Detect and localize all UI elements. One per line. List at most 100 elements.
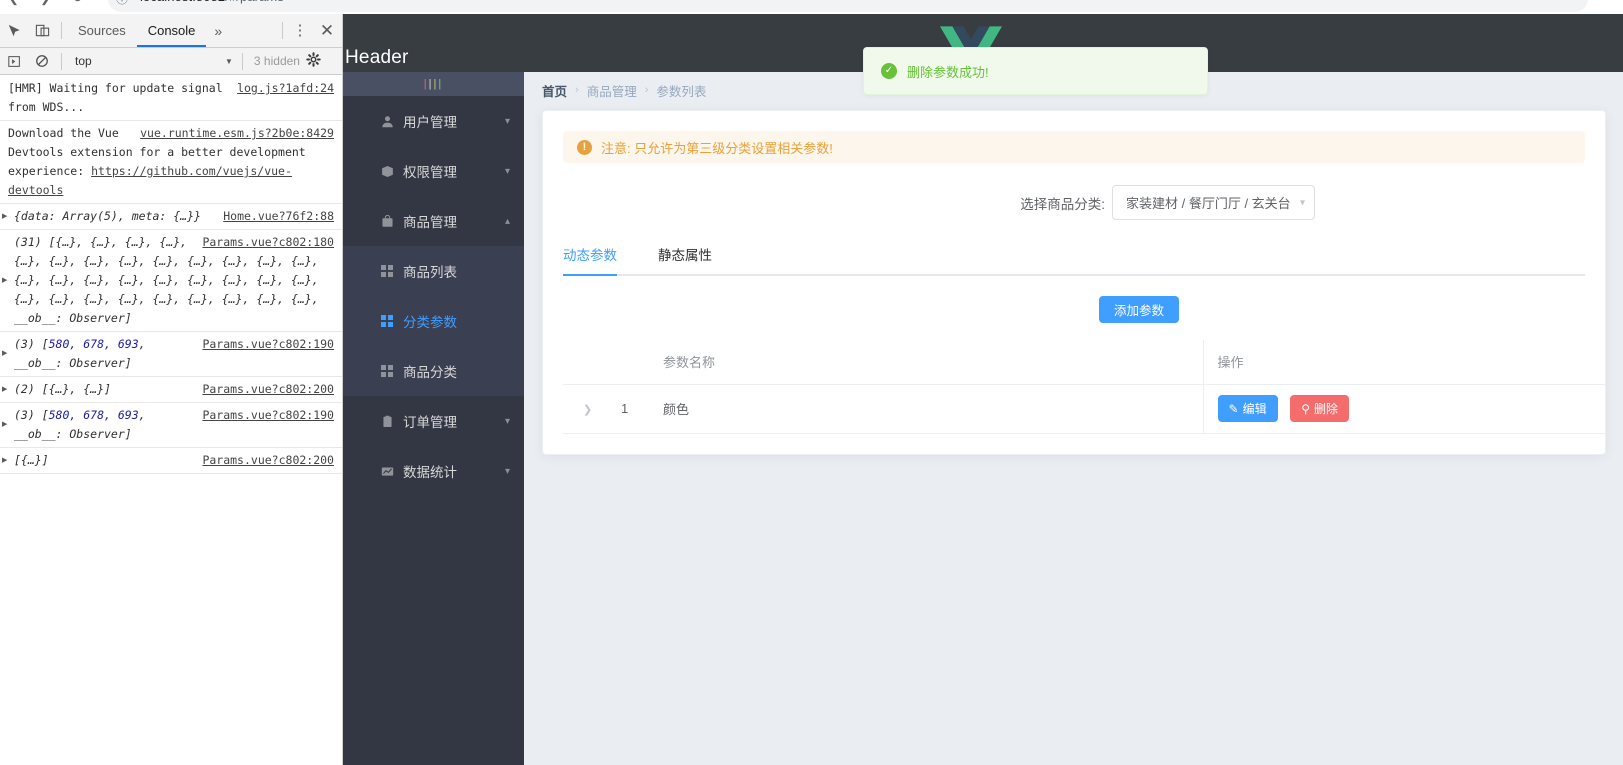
device-toolbar-icon[interactable] [28, 17, 56, 45]
console-log-params-200-a[interactable]: ▶ Params.vue?c802:200 (2) [{…}, {…}] [0, 377, 342, 403]
chart-icon [381, 465, 403, 478]
source-link[interactable]: Params.vue?c802:190 [202, 335, 334, 354]
source-link[interactable]: Params.vue?c802:200 [202, 451, 334, 470]
sidebar-item-order-mgmt[interactable]: 订单管理 ▾ [343, 396, 524, 446]
user-icon [381, 115, 403, 128]
tab-static-attrs[interactable]: 静态属性 [658, 244, 732, 274]
chevron-right-icon: › [575, 84, 579, 96]
expand-triangle-icon[interactable]: ▶ [2, 345, 7, 364]
forward-arrow-icon[interactable]: ❯ [40, 0, 51, 6]
grid-icon [381, 315, 403, 327]
browser-omnibox-strip: ❮ ❯ ↻ ⓘ localhost:8082/#/params [0, 0, 1623, 14]
clear-console-icon[interactable] [28, 47, 56, 75]
source-link[interactable]: Params.vue?c802:190 [202, 406, 334, 425]
warning-alert: ! 注意: 只允许为第三级分类设置相关参数! [563, 131, 1585, 163]
category-cascader[interactable]: 家装建材 / 餐厅门厅 / 玄关台 ▾ [1112, 185, 1315, 220]
expand-triangle-icon[interactable]: ▶ [2, 207, 7, 226]
sidebar-item-goods-list[interactable]: 商品列表 [343, 246, 524, 296]
reload-icon[interactable]: ↻ [72, 0, 83, 6]
sidebar-item-goods-cat[interactable]: 商品分类 [343, 346, 524, 396]
log-prefix: (3) [ [14, 408, 49, 422]
params-table-body: ❯ 1 颜色 ✎ 编辑 ⚲ 删除 [563, 384, 1605, 434]
edit-button[interactable]: ✎ 编辑 [1217, 395, 1278, 422]
table-row[interactable]: ❯ 1 颜色 ✎ 编辑 ⚲ 删除 [563, 384, 1605, 434]
warning-icon: ! [577, 139, 592, 155]
app-main-content: 首页 › 商品管理 › 参数列表 ! 注意: 只允许为第三级分类设置相关参数! … [524, 72, 1623, 765]
bag-icon [381, 214, 403, 228]
close-icon[interactable]: ✕ [312, 22, 342, 39]
expand-triangle-icon[interactable]: ▶ [2, 271, 7, 290]
context-selector[interactable]: top ▼ [75, 54, 237, 68]
col-param-name: 参数名称 [653, 340, 1203, 385]
sidebar-item-stats[interactable]: 数据统计 ▾ [343, 446, 524, 496]
console-log-params-180[interactable]: ▶ Params.vue?c802:180 (31) [{…}, {…}, {…… [0, 230, 342, 332]
sidebar-label: 商品分类 [403, 365, 457, 380]
devtools-tab-sources[interactable]: Sources [67, 14, 137, 47]
tab-dynamic-params[interactable]: 动态参数 [563, 244, 637, 276]
sidebar-label: 订单管理 [403, 415, 457, 430]
console-log-hmr[interactable]: log.js?1afd:24 [HMR] Waiting for update … [0, 76, 342, 121]
grid-icon-squares [381, 315, 393, 327]
address-bar[interactable] [108, 0, 1588, 12]
col-operations: 操作 [1202, 340, 1605, 385]
log-numbers: 580, 678, 693 [48, 408, 139, 422]
add-param-row: 添加参数 [563, 296, 1585, 323]
params-card: ! 注意: 只允许为第三级分类设置相关参数! 选择商品分类: 家装建材 / 餐厅… [542, 110, 1606, 455]
inspect-element-icon[interactable] [0, 17, 28, 45]
breadcrumb-home[interactable]: 首页 [542, 81, 567, 100]
chevron-down-icon: ▾ [1299, 197, 1305, 208]
chevron-down-icon: ▾ [504, 465, 510, 477]
console-output[interactable]: log.js?1afd:24 [HMR] Waiting for update … [0, 76, 342, 765]
console-log-params-200-b[interactable]: ▶ Params.vue?c802:200 [{…}] [0, 448, 342, 474]
source-link[interactable]: vue.runtime.esm.js?2b0e:8429 [140, 124, 334, 143]
cell-expand[interactable]: ❯ [563, 384, 611, 434]
sidebar-collapse-toggle[interactable]: | | | | [343, 72, 524, 96]
delete-button[interactable]: ⚲ 删除 [1290, 395, 1350, 422]
chevron-double-right-icon[interactable]: » [206, 23, 230, 39]
chevron-right-icon[interactable]: ❯ [583, 404, 592, 416]
grid-icon [381, 365, 403, 377]
back-arrow-icon[interactable]: ❮ [8, 0, 19, 6]
gear-icon[interactable] [306, 52, 321, 70]
source-link[interactable]: log.js?1afd:24 [237, 79, 334, 98]
source-link[interactable]: Params.vue?c802:180 [202, 233, 334, 252]
expand-triangle-icon[interactable]: ▶ [2, 451, 7, 470]
more-vertical-icon[interactable]: ⋮ [288, 23, 312, 38]
sidebar-item-rights-mgmt[interactable]: 权限管理 ▾ [343, 146, 524, 196]
screen-root: ❮ ❯ ↻ ⓘ localhost:8082/#/params Sources … [0, 0, 1623, 765]
params-table: 参数名称 操作 ❯ 1 颜色 ✎ 编辑 ⚲ 删除 [563, 340, 1605, 434]
url-path: /#/params [225, 0, 284, 4]
sidebar-label: 数据统计 [403, 465, 457, 480]
console-log-params-190-a[interactable]: ▶ Params.vue?c802:190 (3) [580, 678, 693… [0, 332, 342, 377]
toolbar-divider [61, 22, 62, 39]
console-log-params-190-b[interactable]: ▶ Params.vue?c802:190 (3) [580, 678, 693… [0, 403, 342, 448]
devtools-filterbar: top ▼ 3 hidden [0, 48, 342, 75]
caret-down-icon: ▼ [225, 56, 233, 66]
sidebar-item-goods-mgmt[interactable]: 商品管理 ▴ [343, 196, 524, 246]
cascader-value: 家装建材 / 餐厅门厅 / 玄关台 [1126, 196, 1291, 211]
address-bar-url: localhost:8082/#/params [140, 0, 284, 4]
chevron-down-icon: ▾ [504, 115, 510, 127]
sidebar-item-cat-params[interactable]: 分类参数 [343, 296, 524, 346]
execute-icon[interactable] [0, 47, 28, 75]
clipboard-icon [381, 415, 403, 428]
console-log-home-object[interactable]: ▶ Home.vue?76f2:88 {data: Array(5), meta… [0, 204, 342, 230]
source-link[interactable]: Home.vue?76f2:88 [223, 207, 334, 226]
source-link[interactable]: Params.vue?c802:200 [202, 380, 334, 399]
info-circle-icon[interactable]: ⓘ [116, 0, 128, 7]
hidden-messages-count: 3 hidden [253, 54, 300, 68]
chevron-down-icon: ▾ [504, 165, 510, 177]
console-log-devtools[interactable]: vue.runtime.esm.js?2b0e:8429 Download th… [0, 121, 342, 204]
add-param-button[interactable]: 添加参数 [1098, 296, 1179, 323]
devtools-tab-console[interactable]: Console [137, 14, 207, 47]
sidebar-label: 商品列表 [403, 265, 457, 280]
alert-text: 注意: 只允许为第三级分类设置相关参数! [601, 140, 833, 156]
chevron-down-icon: ▾ [504, 415, 510, 427]
breadcrumb-item-1[interactable]: 商品管理 [587, 81, 637, 100]
expand-triangle-icon[interactable]: ▶ [2, 380, 7, 399]
box-icon [381, 165, 403, 178]
expand-triangle-icon[interactable]: ▶ [2, 416, 7, 435]
app-sidebar: | | | | 用户管理 ▾ 权限管理 ▾ 商品管理 ▴ 商品列表 分类参数 商… [343, 72, 524, 765]
sidebar-item-user-mgmt[interactable]: 用户管理 ▾ [343, 96, 524, 146]
success-toast[interactable]: ✓ 删除参数成功! [863, 47, 1208, 95]
